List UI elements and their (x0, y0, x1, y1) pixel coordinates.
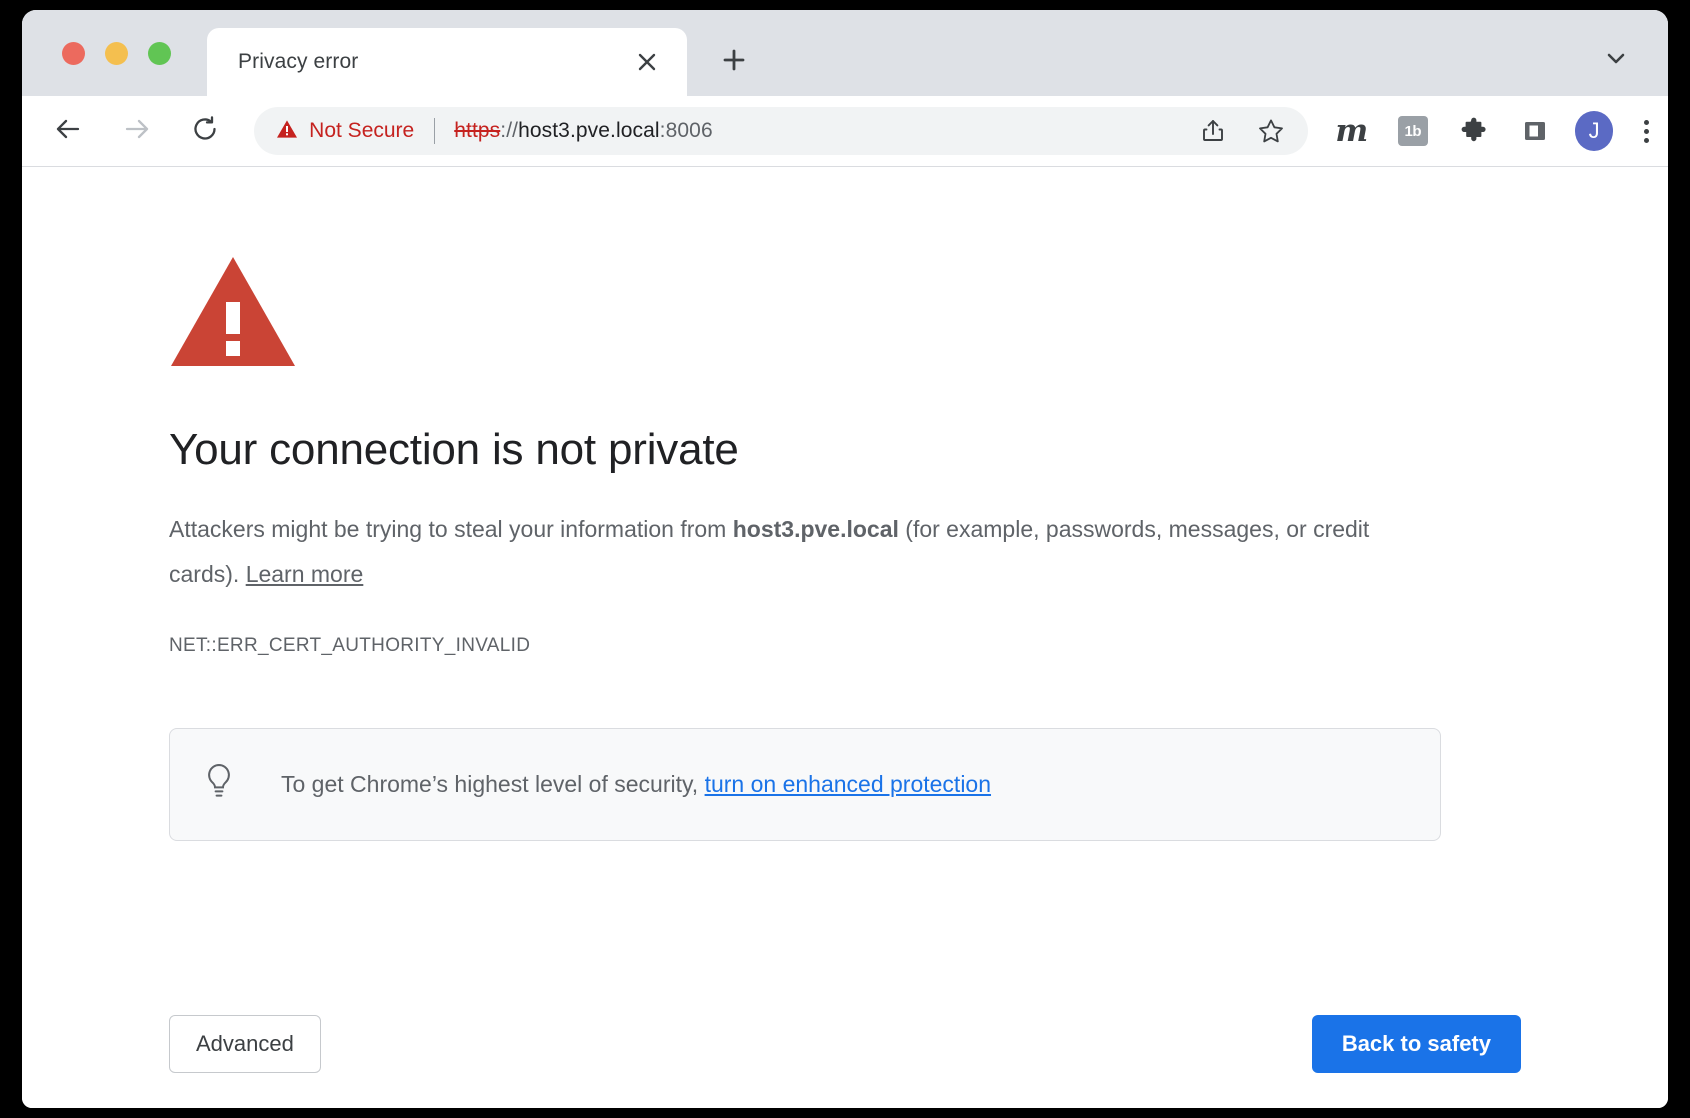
omnibox-actions (1192, 110, 1292, 152)
1b-extension-label: 1b (1397, 116, 1428, 146)
enhanced-protection-callout: To get Chrome’s highest level of securit… (169, 728, 1441, 841)
extension-icons: m 1b (1330, 109, 1557, 153)
forward-button[interactable] (113, 107, 159, 155)
new-tab-button[interactable] (712, 40, 756, 84)
page-content: Your connection is not private Attackers… (22, 167, 1668, 1108)
window-traffic-lights (62, 42, 171, 65)
close-window-button[interactable] (62, 42, 85, 65)
close-icon[interactable] (633, 48, 661, 76)
avatar-initial: J (1588, 118, 1600, 143)
avatar[interactable]: J (1574, 111, 1614, 151)
kebab-dot (1644, 119, 1650, 125)
share-icon[interactable] (1192, 110, 1234, 152)
star-icon[interactable] (1250, 110, 1292, 152)
m-extension-label: m (1335, 112, 1369, 149)
interstitial-actions: Advanced Back to safety (169, 1015, 1521, 1073)
back-button[interactable] (45, 107, 91, 155)
callout-message: To get Chrome’s highest level of securit… (281, 771, 705, 797)
reload-button[interactable] (182, 107, 228, 155)
warning-triangle-icon (276, 118, 298, 145)
tab-search-button[interactable] (1594, 38, 1638, 82)
url-separator: :// (500, 119, 519, 142)
kebab-dot (1644, 137, 1650, 143)
back-to-safety-button[interactable]: Back to safety (1311, 1015, 1521, 1073)
callout-text: To get Chrome’s highest level of securit… (281, 771, 991, 798)
learn-more-link[interactable]: Learn more (246, 561, 364, 587)
url-scheme: https (454, 119, 501, 142)
plus-icon (721, 47, 747, 78)
minimize-window-button[interactable] (105, 42, 128, 65)
lightbulb-icon (204, 763, 234, 806)
tab-title: Privacy error (238, 50, 359, 73)
ssl-interstitial: Your connection is not private Attackers… (169, 255, 1521, 841)
page-title: Your connection is not private (169, 425, 739, 474)
warning-triangle-icon (169, 255, 1521, 373)
address-bar[interactable]: Not Secure https://host3.pve.local:8006 (254, 107, 1308, 155)
url-host: host3.pve.local (518, 119, 660, 142)
omnibox-divider (434, 118, 436, 144)
browser-window: Privacy error Not Secure https://host3.p… (22, 10, 1668, 1108)
advanced-button[interactable]: Advanced (169, 1015, 321, 1073)
error-code: NET::ERR_CERT_AUTHORITY_INVALID (169, 635, 531, 656)
kebab-menu-icon[interactable] (1625, 109, 1668, 153)
enhanced-protection-link[interactable]: turn on enhanced protection (705, 771, 991, 797)
error-description-prefix: Attackers might be trying to steal your … (169, 516, 733, 542)
url-text: https://host3.pve.local:8006 (454, 119, 713, 143)
tab-strip: Privacy error (22, 10, 1668, 96)
error-description-host: host3.pve.local (732, 516, 899, 542)
url-port: :8006 (659, 119, 713, 142)
error-description: Attackers might be trying to steal your … (169, 507, 1379, 597)
1b-extension-icon[interactable]: 1b (1391, 109, 1435, 153)
puzzle-icon[interactable] (1452, 109, 1496, 153)
browser-toolbar: Not Secure https://host3.pve.local:8006 (22, 96, 1668, 167)
chevron-down-icon (1604, 46, 1628, 75)
kebab-dot (1644, 128, 1650, 134)
arrow-left-icon (53, 114, 83, 149)
not-secure-label: Not Secure (309, 119, 415, 142)
side-panel-icon[interactable] (1513, 109, 1557, 153)
m-extension-icon[interactable]: m (1330, 109, 1374, 153)
arrow-right-icon (122, 114, 152, 149)
site-security-indicator[interactable]: Not Secure (276, 118, 414, 145)
reload-icon (190, 114, 220, 149)
tab-privacy-error[interactable]: Privacy error (207, 28, 687, 96)
maximize-window-button[interactable] (148, 42, 171, 65)
